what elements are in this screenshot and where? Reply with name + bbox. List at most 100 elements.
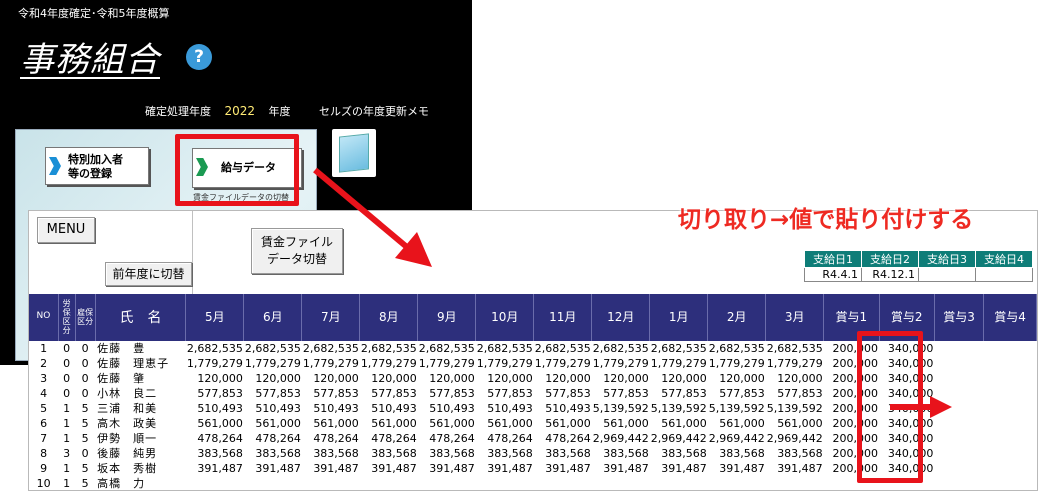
month-wage-cell[interactable]: 391,487	[534, 461, 592, 476]
month-wage-cell[interactable]: 391,487	[476, 461, 534, 476]
month-wage-cell[interactable]: 561,000	[302, 416, 360, 431]
help-icon[interactable]: ?	[186, 44, 212, 70]
month-wage-cell[interactable]: 2,969,442	[708, 431, 766, 446]
month-wage-cell[interactable]: 391,487	[244, 461, 302, 476]
month-wage-cell[interactable]: 510,493	[244, 401, 302, 416]
koyou-cell[interactable]: 5	[75, 461, 95, 476]
month-wage-cell[interactable]: 383,568	[418, 446, 476, 461]
employee-name-cell[interactable]: 坂本 秀樹	[95, 461, 186, 476]
month-wage-cell[interactable]: 383,568	[534, 446, 592, 461]
month-wage-cell[interactable]: 2,682,535	[185, 339, 244, 356]
month-wage-cell[interactable]: 577,853	[534, 386, 592, 401]
employee-name-cell[interactable]: 後藤 純男	[95, 446, 186, 461]
rousai-cell[interactable]: 0	[58, 386, 75, 401]
bonus-empty-cell[interactable]	[984, 461, 1037, 476]
pay-day-cell[interactable]	[975, 267, 1033, 282]
koyou-cell[interactable]: 0	[75, 371, 95, 386]
month-wage-cell[interactable]: 561,000	[534, 416, 592, 431]
month-wage-cell[interactable]: 478,264	[360, 431, 418, 446]
month-wage-cell[interactable]: 2,682,535	[359, 339, 418, 356]
month-wage-cell[interactable]: 383,568	[650, 446, 708, 461]
employee-name-cell[interactable]: 高木 政美	[95, 416, 186, 431]
month-wage-cell[interactable]: 561,000	[708, 416, 766, 431]
month-wage-cell[interactable]: 478,264	[186, 431, 244, 446]
bonus-empty-cell[interactable]	[934, 356, 983, 371]
month-wage-cell[interactable]: 1,779,279	[708, 356, 766, 371]
bonus-empty-cell[interactable]	[934, 446, 983, 461]
month-wage-cell[interactable]	[766, 476, 824, 491]
rousai-cell[interactable]: 1	[58, 431, 75, 446]
month-wage-cell[interactable]: 120,000	[766, 371, 824, 386]
month-wage-cell[interactable]: 391,487	[418, 461, 476, 476]
employee-name-cell[interactable]: 小林 良二	[95, 386, 186, 401]
row-no-cell[interactable]: 4	[29, 386, 58, 401]
month-wage-cell[interactable]: 478,264	[244, 431, 302, 446]
month-wage-cell[interactable]: 577,853	[650, 386, 708, 401]
month-wage-cell[interactable]: 577,853	[360, 386, 418, 401]
month-wage-cell[interactable]: 120,000	[650, 371, 708, 386]
month-wage-cell[interactable]: 2,682,535	[533, 339, 592, 356]
month-wage-cell[interactable]: 561,000	[418, 416, 476, 431]
month-wage-cell[interactable]: 391,487	[766, 461, 824, 476]
month-wage-cell[interactable]: 1,779,279	[592, 356, 650, 371]
month-wage-cell[interactable]: 383,568	[302, 446, 360, 461]
month-wage-cell[interactable]	[186, 476, 244, 491]
month-wage-cell[interactable]	[418, 476, 476, 491]
month-wage-cell[interactable]: 561,000	[766, 416, 824, 431]
month-wage-cell[interactable]: 120,000	[244, 371, 302, 386]
bonus-empty-cell[interactable]	[934, 339, 984, 356]
bonus-empty-cell[interactable]	[984, 386, 1037, 401]
employee-name-cell[interactable]: 三浦 和美	[95, 401, 186, 416]
month-wage-cell[interactable]: 577,853	[708, 386, 766, 401]
month-wage-cell[interactable]: 120,000	[708, 371, 766, 386]
month-wage-cell[interactable]: 2,682,535	[765, 339, 824, 356]
month-wage-cell[interactable]: 1,779,279	[186, 356, 244, 371]
employee-name-cell[interactable]: 佐藤 肇	[95, 371, 186, 386]
month-wage-cell[interactable]: 391,487	[650, 461, 708, 476]
month-wage-cell[interactable]: 561,000	[592, 416, 650, 431]
month-wage-cell[interactable]: 2,682,535	[475, 339, 534, 356]
month-wage-cell[interactable]: 1,779,279	[302, 356, 360, 371]
month-wage-cell[interactable]	[650, 476, 708, 491]
month-wage-cell[interactable]: 2,969,442	[592, 431, 650, 446]
month-wage-cell[interactable]: 383,568	[186, 446, 244, 461]
bonus-empty-cell[interactable]	[984, 476, 1037, 491]
bonus-empty-cell[interactable]	[984, 356, 1037, 371]
koyou-cell[interactable]: 0	[75, 446, 95, 461]
month-wage-cell[interactable]: 391,487	[186, 461, 244, 476]
month-wage-cell[interactable]: 2,682,535	[243, 339, 302, 356]
month-wage-cell[interactable]: 510,493	[534, 401, 592, 416]
bonus-empty-cell[interactable]	[934, 371, 983, 386]
month-wage-cell[interactable]	[244, 476, 302, 491]
month-wage-cell[interactable]: 391,487	[360, 461, 418, 476]
month-wage-cell[interactable]: 2,682,535	[591, 339, 650, 356]
rousai-cell[interactable]: 0	[58, 339, 76, 356]
koyou-cell[interactable]: 0	[75, 386, 95, 401]
bonus-empty-cell[interactable]	[934, 461, 983, 476]
month-wage-cell[interactable]: 561,000	[360, 416, 418, 431]
month-wage-cell[interactable]: 478,264	[418, 431, 476, 446]
pay-day-cell[interactable]	[918, 267, 976, 282]
month-wage-cell[interactable]: 561,000	[244, 416, 302, 431]
employee-name-cell[interactable]: 佐藤 豊	[95, 339, 186, 356]
month-wage-cell[interactable]: 1,779,279	[418, 356, 476, 371]
month-wage-cell[interactable]: 2,969,442	[766, 431, 824, 446]
month-wage-cell[interactable]: 120,000	[186, 371, 244, 386]
rousai-cell[interactable]: 0	[58, 371, 75, 386]
bonus-empty-cell[interactable]	[984, 446, 1037, 461]
koyou-cell[interactable]: 5	[75, 431, 95, 446]
pay-day-cell[interactable]: R4.12.1	[861, 267, 919, 282]
month-wage-cell[interactable]: 120,000	[534, 371, 592, 386]
month-wage-cell[interactable]	[360, 476, 418, 491]
month-wage-cell[interactable]: 383,568	[244, 446, 302, 461]
month-wage-cell[interactable]	[476, 476, 534, 491]
month-wage-cell[interactable]: 577,853	[244, 386, 302, 401]
row-no-cell[interactable]: 3	[29, 371, 58, 386]
row-no-cell[interactable]: 6	[29, 416, 58, 431]
month-wage-cell[interactable]: 577,853	[476, 386, 534, 401]
month-wage-cell[interactable]: 391,487	[592, 461, 650, 476]
month-wage-cell[interactable]: 5,139,592	[592, 401, 650, 416]
month-wage-cell[interactable]: 1,779,279	[534, 356, 592, 371]
month-wage-cell[interactable]: 1,779,279	[766, 356, 824, 371]
month-wage-cell[interactable]: 510,493	[186, 401, 244, 416]
